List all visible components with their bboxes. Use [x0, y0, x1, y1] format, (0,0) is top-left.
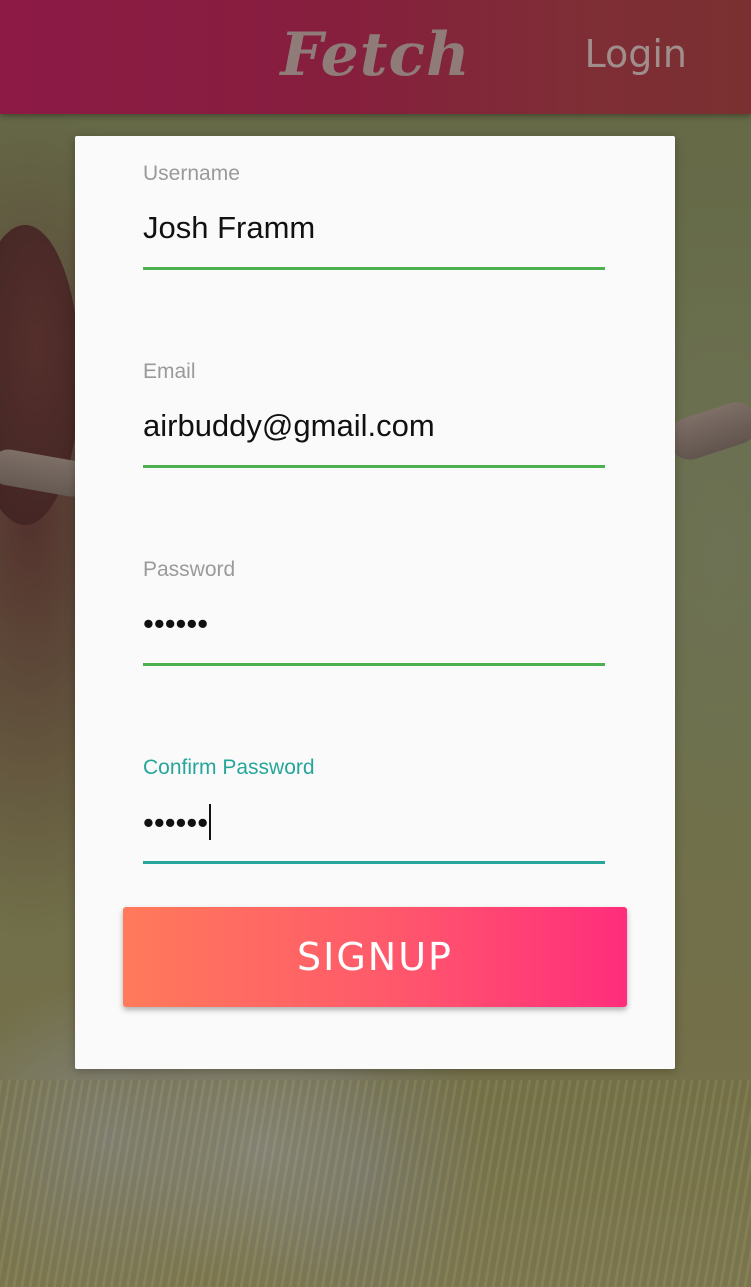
username-underline	[143, 267, 605, 270]
password-underline	[143, 663, 605, 666]
confirm-password-label: Confirm Password	[143, 756, 315, 779]
password-label: Password	[143, 558, 236, 581]
signup-card: Username Josh Framm Email airbuddy@gmail…	[75, 136, 675, 1069]
username-input[interactable]: Josh Framm	[143, 210, 315, 246]
app: Fetch Login Username Josh Framm Email ai…	[0, 0, 751, 1287]
password-input[interactable]: ••••••	[143, 606, 208, 642]
username-label: Username	[143, 162, 240, 185]
login-link[interactable]: Login	[584, 32, 687, 76]
confirm-password-underline	[143, 861, 605, 864]
email-label: Email	[143, 360, 196, 383]
email-input[interactable]: airbuddy@gmail.com	[143, 408, 435, 444]
confirm-password-value: ••••••	[143, 805, 209, 840]
confirm-password-input[interactable]: ••••••	[143, 804, 212, 841]
signup-button[interactable]: SIGNUP	[123, 907, 627, 1007]
text-caret	[209, 804, 212, 840]
email-underline	[143, 465, 605, 468]
top-bar: Fetch Login	[0, 0, 751, 114]
